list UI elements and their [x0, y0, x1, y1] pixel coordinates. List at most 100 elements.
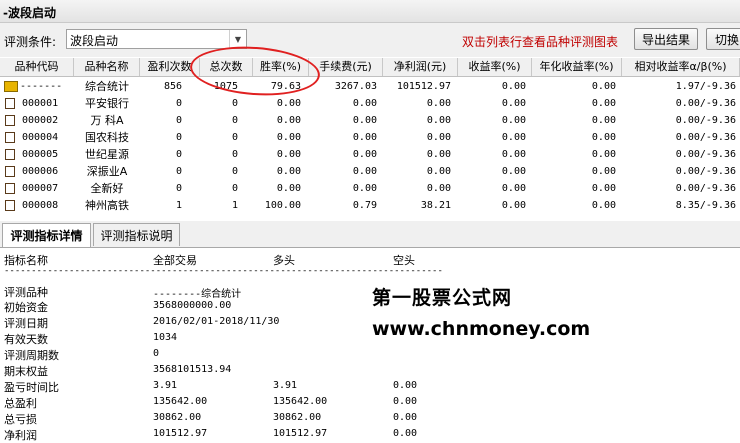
cell-relative: 0.00/-9.36 [675, 132, 736, 143]
cell-total: 0 [231, 166, 238, 177]
cell-name: 国农科技 [85, 131, 129, 144]
cell-relative: 0.00/-9.36 [675, 149, 736, 160]
switch-button[interactable]: 切换 [706, 28, 740, 50]
detail-row-name: 总盈利 [4, 397, 37, 410]
cell-win: 0.00 [276, 166, 301, 177]
table-row[interactable]: 000008 神州高铁 1 1 100.00 0.79 38.21 0.00 0… [0, 197, 740, 214]
detail-row-all: 101512.97 [153, 428, 208, 439]
cell-return: 0.00 [501, 149, 526, 160]
detail-row-all: 2016/02/01-2018/11/30 [153, 316, 280, 327]
tab-bar: 评测指标详情 评测指标说明 [0, 221, 740, 247]
table-row[interactable]: 000005 世纪星源 0 0 0.00 0.00 0.00 0.00 0.00… [0, 146, 740, 163]
cell-profit: 0 [175, 132, 182, 143]
cell-net: 0.00 [426, 115, 451, 126]
cell-win: 100.00 [264, 200, 301, 211]
cell-relative: 0.00/-9.36 [675, 115, 736, 126]
table-header: 品种代码 品种名称 盈利次数 总次数 胜率(%) 手续费(元) 净利润(元) 收… [0, 58, 740, 77]
cell-net: 0.00 [426, 149, 451, 160]
table-row[interactable]: ------- 综合统计 856 1075 79.63 3267.03 1015… [0, 78, 740, 95]
detail-row-all: 1034 [153, 332, 178, 343]
cell-relative: 0.00/-9.36 [675, 183, 736, 194]
detail-row-name: 总亏损 [4, 413, 37, 426]
tab-metric-description[interactable]: 评测指标说明 [93, 223, 180, 246]
cell-code: 000005 [22, 149, 59, 160]
export-button[interactable]: 导出结果 [634, 28, 698, 50]
cell-code: 000007 [22, 183, 59, 194]
cell-win: 0.00 [276, 98, 301, 109]
document-icon [5, 98, 15, 109]
cell-return: 0.00 [501, 81, 526, 92]
col-header-code[interactable]: 品种代码 [0, 58, 74, 76]
cell-total: 1 [231, 200, 238, 211]
detail-divider: ----------------------------------------… [4, 266, 442, 276]
cell-name: 万 科A [90, 114, 124, 127]
detail-row-all: 30862.00 [153, 412, 202, 423]
cell-code: ------- [20, 81, 63, 92]
cell-return: 0.00 [501, 200, 526, 211]
detail-row-name: 评测日期 [4, 317, 48, 330]
cell-return: 0.00 [501, 98, 526, 109]
table-row[interactable]: 000007 全新好 0 0 0.00 0.00 0.00 0.00 0.00 … [0, 180, 740, 197]
cell-net: 0.00 [426, 166, 451, 177]
cell-net: 0.00 [426, 98, 451, 109]
cell-win: 0.00 [276, 183, 301, 194]
col-header-net[interactable]: 净利润(元) [383, 58, 458, 76]
condition-select[interactable]: 波段启动 ▼ [66, 29, 247, 49]
cell-fee: 0.79 [352, 200, 377, 211]
col-header-fee[interactable]: 手续费(元) [309, 58, 383, 76]
detail-row-name: 评测周期数 [4, 349, 59, 362]
cell-annual: 0.00 [591, 149, 616, 160]
table-row[interactable]: 000006 深振业A 0 0 0.00 0.00 0.00 0.00 0.00… [0, 163, 740, 180]
cell-fee: 3267.03 [334, 81, 377, 92]
document-icon [5, 149, 15, 160]
cell-annual: 0.00 [591, 183, 616, 194]
detail-row-all: 3568000000.00 [153, 300, 232, 311]
detail-row-long: 3.91 [273, 380, 298, 391]
title-bar: -波段启动 [0, 0, 740, 23]
cell-profit: 856 [163, 81, 182, 92]
cell-fee: 0.00 [352, 183, 377, 194]
cell-code: 000002 [22, 115, 59, 126]
cell-name: 世纪星源 [85, 148, 129, 161]
detail-row-short: 0.00 [393, 412, 418, 423]
condition-value: 波段启动 [70, 34, 119, 48]
cell-fee: 0.00 [352, 166, 377, 177]
cell-relative: 1.97/-9.36 [675, 81, 736, 92]
col-header-annual[interactable]: 年化收益率(%) [532, 58, 622, 76]
cell-annual: 0.00 [591, 98, 616, 109]
cell-fee: 0.00 [352, 98, 377, 109]
detail-row-all: 3568101513.94 [153, 364, 232, 375]
detail-row-long: 135642.00 [273, 396, 328, 407]
cell-code: 000008 [22, 200, 59, 211]
detail-row-all: 3.91 [153, 380, 178, 391]
cell-total: 0 [231, 132, 238, 143]
cell-return: 0.00 [501, 132, 526, 143]
col-header-return[interactable]: 收益率(%) [458, 58, 532, 76]
cell-win: 0.00 [276, 115, 301, 126]
cell-return: 0.00 [501, 183, 526, 194]
watermark-url: www.chnmoney.com [372, 318, 591, 340]
detail-row-long: 101512.97 [273, 428, 328, 439]
col-header-relative[interactable]: 相对收益率α/β(%) [622, 58, 740, 76]
cell-fee: 0.00 [352, 115, 377, 126]
chevron-down-icon[interactable]: ▼ [229, 30, 246, 48]
document-icon [5, 183, 15, 194]
cell-relative: 0.00/-9.36 [675, 166, 736, 177]
tab-metric-details[interactable]: 评测指标详情 [2, 223, 91, 247]
cell-total: 0 [231, 183, 238, 194]
table-row[interactable]: 000004 国农科技 0 0 0.00 0.00 0.00 0.00 0.00… [0, 129, 740, 146]
cell-annual: 0.00 [591, 200, 616, 211]
table-row[interactable]: 000002 万 科A 0 0 0.00 0.00 0.00 0.00 0.00… [0, 112, 740, 129]
table-row[interactable]: 000001 平安银行 0 0 0.00 0.00 0.00 0.00 0.00… [0, 95, 740, 112]
cell-fee: 0.00 [352, 149, 377, 160]
cell-net: 101512.97 [396, 81, 451, 92]
results-table: 品种代码 品种名称 盈利次数 总次数 胜率(%) 手续费(元) 净利润(元) 收… [0, 58, 740, 214]
detail-row-name: 初始资金 [4, 301, 48, 314]
cell-name: 全新好 [90, 182, 124, 195]
cell-profit: 0 [175, 166, 182, 177]
col-header-name[interactable]: 品种名称 [74, 58, 140, 76]
document-icon [5, 200, 15, 211]
cell-annual: 0.00 [591, 115, 616, 126]
cell-total: 0 [231, 149, 238, 160]
detail-row-all: 0 [153, 348, 160, 359]
